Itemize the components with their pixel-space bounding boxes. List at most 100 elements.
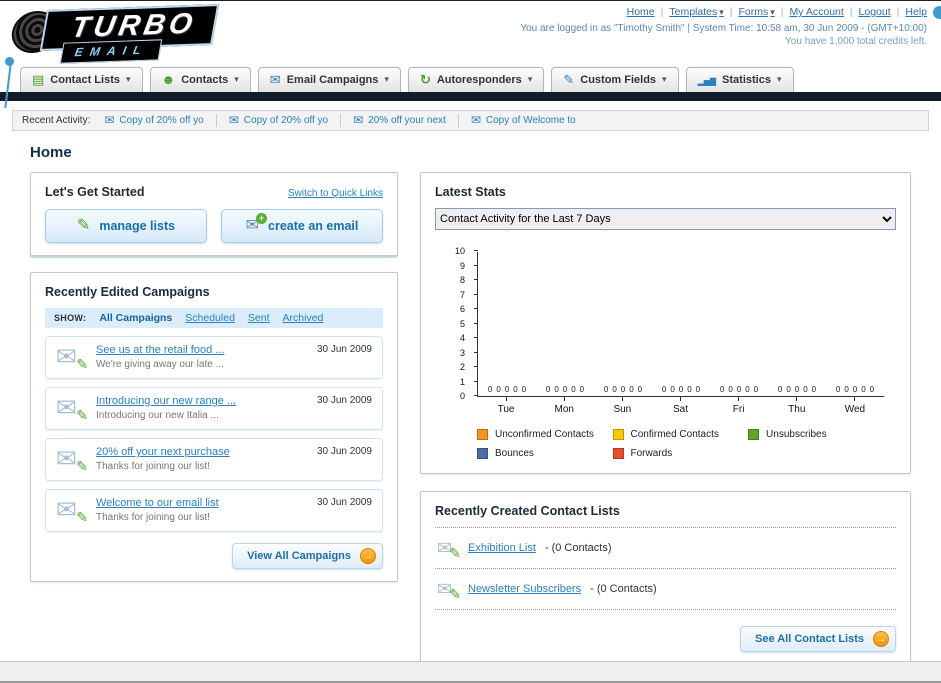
- see-all-contact-lists-button[interactable]: See All Contact Lists: [739, 626, 896, 652]
- recent-activity-item[interactable]: 20% off your next: [353, 114, 459, 127]
- campaign-title-link[interactable]: Welcome to our email list: [96, 497, 307, 509]
- bar-value-label: 0: [745, 385, 750, 395]
- logo-text-email: EMAIL: [73, 42, 149, 60]
- x-tick-label: Fri: [710, 397, 768, 415]
- bar-value-label: 0: [661, 385, 667, 395]
- tab-autoresponders[interactable]: Autoresponders: [407, 67, 545, 92]
- envelope-pencil-icon: [437, 579, 459, 599]
- campaign-row[interactable]: 20% off your next purchase Thanks for jo…: [45, 438, 383, 481]
- bar-value-label: 0: [869, 385, 875, 395]
- y-tick: [474, 395, 478, 396]
- y-tick: [474, 308, 478, 309]
- campaign-subtitle: Thanks for joining our list!: [96, 512, 210, 523]
- contact-list-row[interactable]: Newsletter Subscribers - (0 Contacts): [435, 569, 896, 610]
- recent-activity-item[interactable]: Copy of 20% off yo: [104, 114, 217, 127]
- bar-group: 00000: [826, 385, 884, 395]
- tab-custom-fields[interactable]: Custom Fields: [551, 67, 679, 92]
- link-logout[interactable]: Logout: [859, 6, 891, 18]
- plot-area: 00000000000000000000000000000000000: [474, 250, 884, 397]
- envelope-pencil-icon: [56, 395, 86, 421]
- x-tick-label: Sat: [651, 397, 709, 415]
- tab-email-campaigns[interactable]: Email Campaigns: [257, 67, 401, 92]
- manage-lists-button[interactable]: manage lists: [45, 209, 207, 243]
- y-axis: 0 1 2 3 4 5 6 7 8 9 10: [435, 247, 473, 401]
- campaign-title-link[interactable]: 20% off your next purchase: [96, 446, 307, 458]
- legend-swatch: [477, 429, 488, 440]
- y-tick: [474, 337, 478, 338]
- bar-value-label: 0: [554, 385, 559, 395]
- y-tick-label: 3: [459, 347, 465, 358]
- chevron-down-icon: [719, 7, 724, 18]
- bar-value-label: 0: [504, 385, 510, 395]
- latest-stats-panel: Latest Stats Contact Activity for the La…: [420, 172, 911, 474]
- bar-group: 00000: [652, 385, 710, 395]
- link-home[interactable]: Home: [627, 6, 655, 18]
- filter-scheduled[interactable]: Scheduled: [185, 312, 235, 324]
- email-campaigns-icon: [270, 73, 281, 86]
- campaign-title-link[interactable]: See us at the retail food ...: [96, 344, 307, 356]
- y-tick: [474, 351, 478, 353]
- legend-item: Unconfirmed Contacts: [477, 429, 613, 440]
- legend-label: Unconfirmed Contacts: [495, 429, 594, 440]
- custom-fields-icon: [563, 73, 574, 86]
- bar-value-label: 0: [844, 385, 849, 395]
- stats-period-select[interactable]: Contact Activity for the Last 7 Days: [435, 208, 896, 230]
- campaign-title-link[interactable]: Introducing our new range ...: [96, 395, 307, 407]
- y-tick: [474, 279, 478, 280]
- pencil-icon: [76, 408, 88, 424]
- bar-value-label: 0: [794, 385, 800, 395]
- contact-list-row[interactable]: Exhibition List - (0 Contacts): [435, 528, 896, 569]
- tab-contact-lists[interactable]: Contact Lists: [20, 67, 143, 92]
- recent-activity-item[interactable]: Copy of 20% off yo: [229, 114, 342, 127]
- link-my-account[interactable]: My Account: [790, 6, 844, 18]
- envelope-plus-icon: [246, 213, 268, 234]
- legend-swatch: [612, 429, 624, 440]
- statistics-icon: [698, 73, 716, 86]
- y-tick: [474, 264, 478, 266]
- legend-swatch: [477, 448, 488, 459]
- main-content: Home Let's Get Started Switch to Quick L…: [0, 144, 941, 665]
- bar-group: 00000: [594, 385, 652, 395]
- tab-statistics[interactable]: Statistics: [685, 67, 794, 92]
- manage-lists-label: manage lists: [99, 219, 176, 233]
- contact-list-count: - (0 Contacts): [544, 542, 612, 554]
- contact-list-link[interactable]: Exhibition List: [468, 542, 536, 554]
- x-axis-labels: Tue Mon Sun Sat Fri Thu Wed: [477, 397, 884, 415]
- create-email-button[interactable]: create an email: [221, 209, 383, 243]
- y-tick-label: 0: [459, 391, 465, 401]
- stats-chart: 0 1 2 3 4 5 6 7 8 9 10 000000000000000000000000000…: [435, 247, 896, 459]
- recent-activity-item-label: 20% off your next: [368, 115, 446, 126]
- filter-all-campaigns[interactable]: All Campaigns: [99, 312, 172, 324]
- contact-list-link[interactable]: Newsletter Subscribers: [468, 583, 581, 595]
- tab-label: Statistics: [722, 73, 771, 86]
- bar-value-label: 0: [736, 385, 742, 395]
- link-templates[interactable]: Templates: [669, 6, 723, 18]
- legend-item: Unsubscribes: [748, 429, 884, 440]
- y-tick-label: 7: [459, 289, 465, 300]
- campaign-row[interactable]: Introducing our new range ... Introducin…: [45, 387, 383, 430]
- filter-sent[interactable]: Sent: [248, 312, 270, 324]
- x-tick-label: Wed: [826, 397, 884, 415]
- y-tick: [474, 293, 478, 295]
- campaign-row[interactable]: Welcome to our email list Thanks for joi…: [45, 489, 383, 532]
- recent-activity-label: Recent Activity:: [22, 115, 91, 126]
- x-tick-label: Mon: [535, 397, 593, 415]
- switch-quick-links-link[interactable]: Switch to Quick Links: [288, 188, 383, 199]
- filter-archived[interactable]: Archived: [283, 312, 324, 324]
- link-forms[interactable]: Forms: [739, 6, 775, 18]
- y-tick-label: 9: [459, 260, 465, 271]
- bar-value-label: 0: [728, 385, 733, 395]
- view-all-campaigns-button[interactable]: View All Campaigns: [232, 543, 383, 569]
- bar-group: 00000: [478, 385, 536, 395]
- campaign-date: 30 Jun 2009: [316, 497, 372, 508]
- recent-activity-item[interactable]: Copy of Welcome to: [471, 114, 588, 127]
- envelope-pencil-icon: [56, 344, 86, 370]
- bar-value-label: 0: [603, 385, 609, 395]
- tab-contacts[interactable]: Contacts: [149, 67, 251, 92]
- legend-item: Confirmed Contacts: [612, 429, 749, 440]
- legend-swatch: [612, 448, 624, 459]
- bar-value-label: 0: [852, 385, 858, 395]
- link-help[interactable]: Help: [905, 6, 927, 18]
- campaign-row[interactable]: See us at the retail food ... We're givi…: [45, 336, 383, 379]
- campaign-date: 30 Jun 2009: [316, 395, 372, 406]
